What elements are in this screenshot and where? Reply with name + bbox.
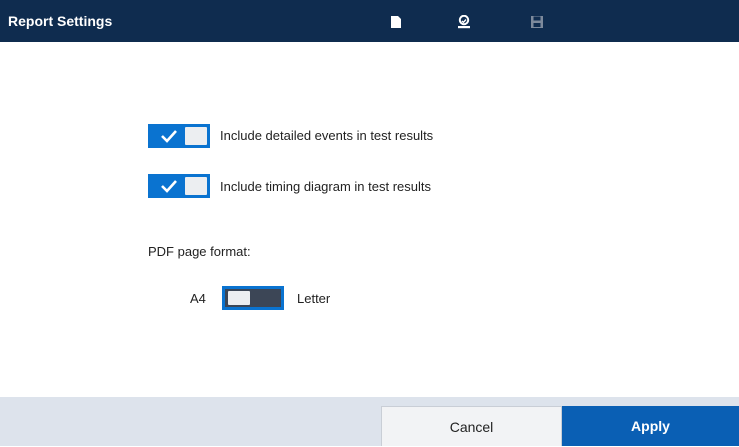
dialog-title: Report Settings	[8, 13, 113, 29]
pdf-format-toggle[interactable]	[222, 286, 284, 310]
toggle-knob	[185, 177, 207, 195]
cancel-button[interactable]: Cancel	[381, 406, 562, 446]
detailed-events-label: Include detailed events in test results	[220, 128, 434, 143]
toggle-knob	[228, 291, 250, 305]
toggle-knob	[185, 127, 207, 145]
apply-button[interactable]: Apply	[562, 406, 739, 446]
timing-diagram-toggle[interactable]	[148, 174, 210, 198]
pdf-format-heading: PDF page format:	[148, 244, 251, 259]
checkmark-icon	[160, 178, 178, 194]
title-bar: Report Settings	[0, 0, 739, 42]
letter-label: Letter	[297, 291, 331, 306]
detailed-events-toggle[interactable]	[148, 124, 210, 148]
checkmark-icon	[160, 128, 178, 144]
timing-diagram-label: Include timing diagram in test results	[220, 179, 431, 194]
a4-label: A4	[190, 291, 206, 306]
certificate-icon[interactable]	[457, 15, 471, 29]
save-icon	[530, 15, 544, 29]
document-icon[interactable]	[389, 15, 403, 29]
